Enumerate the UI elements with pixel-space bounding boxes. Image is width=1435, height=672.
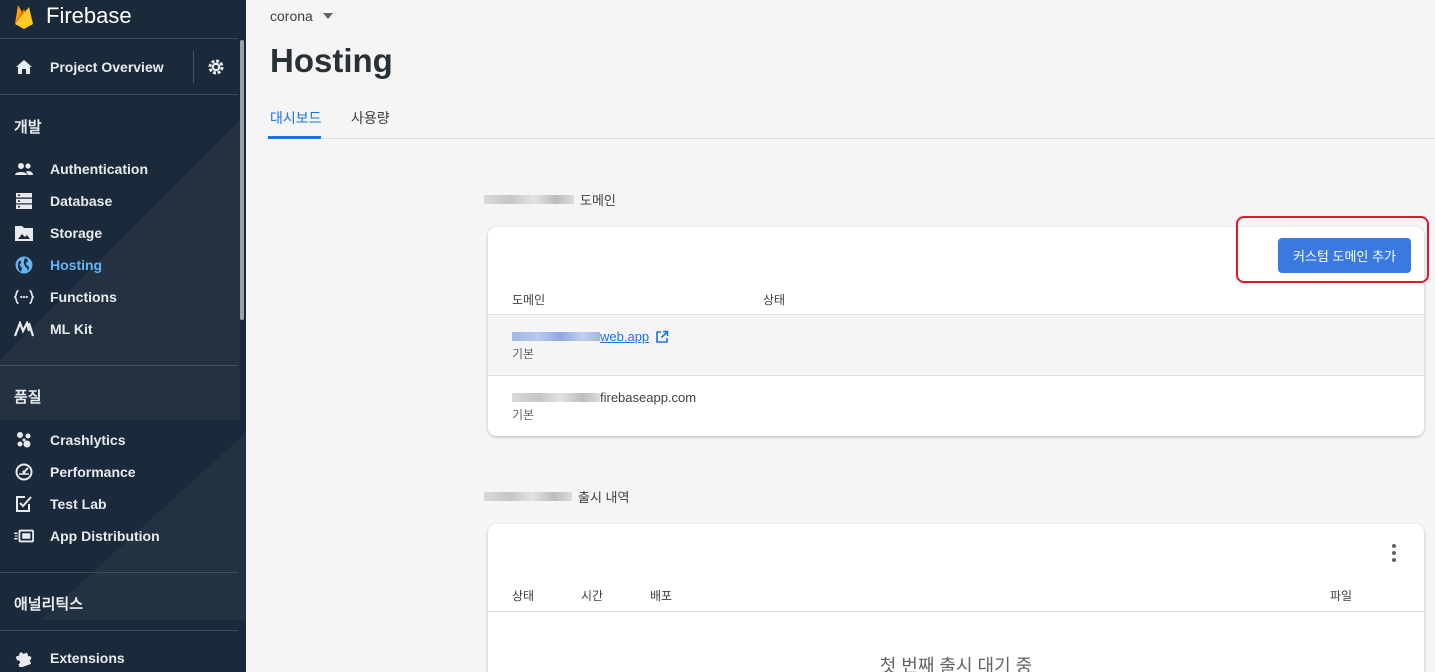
empty-state-text: 첫 번째 출시 대기 중 (879, 656, 1033, 672)
domain-text: firebaseapp.com (512, 390, 696, 405)
test-lab-icon (14, 495, 34, 513)
release-history-card: 상태 시간 배포 파일 첫 번째 출시 대기 중 (488, 524, 1424, 672)
domain-type: 기본 (512, 408, 535, 422)
tab-indicator (268, 136, 321, 139)
more-vert-icon[interactable] (1390, 544, 1398, 562)
redacted-text (484, 195, 574, 204)
sidebar-item-label: Functions (50, 289, 117, 305)
domains-section-suffix: 도메인 (580, 193, 616, 208)
domain-link[interactable]: web.app (512, 329, 669, 344)
section-title-quality: 품질 (14, 389, 42, 406)
firebase-logo-icon (15, 5, 33, 29)
column-header-files: 파일 (1330, 589, 1353, 603)
annotation-highlight-box (1236, 216, 1429, 283)
puzzle-icon (14, 649, 34, 667)
redacted-text (512, 393, 600, 402)
column-header-status: 상태 (763, 293, 786, 307)
sidebar-item-label: Test Lab (50, 496, 107, 512)
tab-dashboard[interactable]: 대시보드 (270, 108, 322, 128)
sidebar: Firebase Project Overview 개발 Authenticat… (0, 0, 246, 672)
page-title: Hosting (270, 42, 393, 79)
ml-kit-icon (14, 320, 34, 338)
domains-section-title: 도메인 (484, 190, 616, 209)
sidebar-scrollbar[interactable] (240, 40, 244, 320)
domain-name: firebaseapp.com (600, 390, 697, 405)
globe-icon (14, 256, 34, 274)
brand-name: Firebase (46, 3, 132, 28)
column-header-deploy: 배포 (650, 589, 673, 603)
table-row[interactable]: web.app 기본 (488, 314, 1424, 375)
sidebar-item-label: Crashlytics (50, 432, 126, 448)
sidebar-item-database[interactable]: Database (0, 185, 238, 217)
domain-name[interactable]: web.app (600, 329, 649, 344)
people-icon (14, 160, 34, 178)
sidebar-item-authentication[interactable]: Authentication (0, 153, 238, 185)
open-in-new-icon[interactable] (655, 330, 669, 344)
app-distribution-icon (14, 527, 34, 545)
brand[interactable]: Firebase (0, 0, 246, 38)
divider (0, 572, 238, 573)
section-title-analytics: 애널리틱스 (14, 596, 84, 613)
sidebar-item-functions[interactable]: Functions (0, 281, 238, 313)
divider (0, 365, 238, 366)
sidebar-item-ml-kit[interactable]: ML Kit (0, 313, 238, 345)
project-name: corona (270, 8, 313, 24)
release-history-suffix: 출시 내역 (578, 490, 630, 505)
crashlytics-icon (14, 431, 34, 449)
release-history-section-title: 출시 내역 (484, 487, 629, 506)
sidebar-item-app-distribution[interactable]: App Distribution (0, 520, 238, 552)
divider (0, 94, 238, 95)
tab-bar: 대시보드 사용량 (268, 100, 1435, 139)
sidebar-item-performance[interactable]: Performance (0, 456, 238, 488)
speedometer-icon (14, 463, 34, 481)
table-row[interactable]: firebaseapp.com 기본 (488, 375, 1424, 436)
tab-usage[interactable]: 사용량 (351, 108, 390, 128)
home-icon (16, 60, 32, 74)
sidebar-item-label: Storage (50, 225, 103, 241)
sidebar-item-test-lab[interactable]: Test Lab (0, 488, 238, 520)
divider (193, 51, 194, 83)
project-overview-label: Project Overview (50, 59, 164, 75)
column-header-domain: 도메인 (512, 293, 546, 307)
chevron-down-icon (322, 13, 333, 19)
sidebar-item-storage[interactable]: Storage (0, 217, 238, 249)
sidebar-item-label: App Distribution (50, 528, 160, 544)
sidebar-item-label: Database (50, 193, 113, 209)
project-overview[interactable]: Project Overview (0, 39, 238, 95)
sidebar-item-hosting[interactable]: Hosting (0, 249, 238, 281)
sidebar-item-label: Performance (50, 464, 136, 480)
column-header-status: 상태 (512, 589, 535, 603)
redacted-text (484, 492, 572, 501)
divider (0, 630, 238, 631)
domain-type: 기본 (512, 347, 535, 361)
sidebar-item-crashlytics[interactable]: Crashlytics (0, 424, 238, 456)
sidebar-item-label: Extensions (50, 650, 125, 666)
gear-icon[interactable] (206, 57, 226, 77)
sidebar-item-label: Authentication (50, 161, 148, 177)
image-icon (14, 224, 34, 242)
sidebar-item-label: Hosting (50, 257, 103, 273)
sidebar-item-label: ML Kit (50, 321, 93, 337)
sidebar-item-extensions[interactable]: Extensions (0, 642, 238, 672)
project-selector[interactable]: corona (270, 8, 333, 24)
database-icon (14, 192, 34, 210)
functions-icon (14, 288, 34, 306)
column-header-time: 시간 (581, 589, 604, 603)
redacted-text (512, 332, 600, 341)
section-title-develop: 개발 (14, 119, 42, 136)
